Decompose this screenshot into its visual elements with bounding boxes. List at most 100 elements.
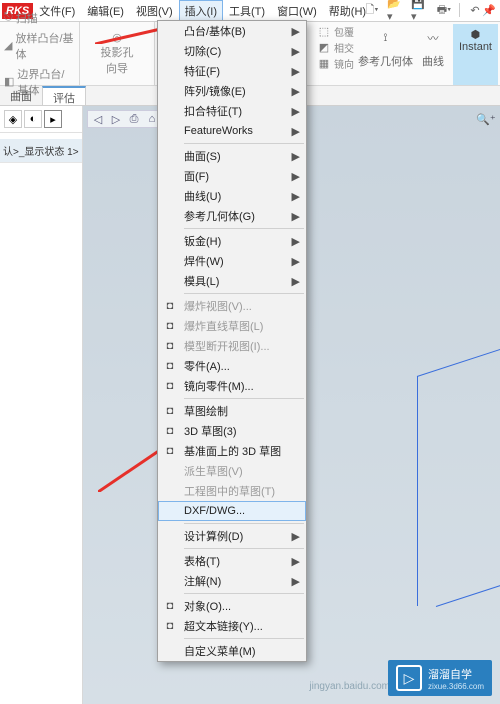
- mirror-label: 镜向: [334, 56, 354, 71]
- menu-item-label: 凸台/基体(B): [184, 23, 246, 39]
- menu-item[interactable]: 特征(F)▶: [158, 61, 306, 81]
- tab-surface[interactable]: 曲面: [0, 86, 42, 105]
- menu-item-label: 3D 草图(3): [184, 423, 237, 439]
- menu-item[interactable]: FeatureWorks▶: [158, 121, 306, 141]
- menu-item-label: 设计算例(D): [184, 528, 243, 544]
- menu-item[interactable]: ◘超文本链接(Y)...: [158, 616, 306, 636]
- menu-item-label: 钣金(H): [184, 233, 221, 249]
- undo-icon[interactable]: ↶: [466, 2, 484, 18]
- explode-icon: ◘: [162, 298, 178, 314]
- menu-item[interactable]: 焊件(W)▶: [158, 251, 306, 271]
- menu-item[interactable]: 自定义菜单(M): [158, 641, 306, 661]
- submenu-arrow-icon: ▶: [292, 170, 300, 183]
- menu-item[interactable]: 曲面(S) ▶: [158, 146, 306, 166]
- menu-item-label: 表格(T): [184, 553, 220, 569]
- menu-item-label: 面(F): [184, 168, 209, 184]
- hole-wizard-icon: ◎: [112, 31, 122, 44]
- pin-icon[interactable]: 📌: [482, 4, 496, 17]
- menu-item-label: 派生草图(V): [184, 463, 243, 479]
- menu-item[interactable]: 曲线(U)▶: [158, 186, 306, 206]
- menu-separator: [184, 523, 304, 524]
- scan-label: 扫描: [16, 10, 38, 26]
- menu-window[interactable]: 窗口(W): [271, 0, 323, 22]
- menu-view[interactable]: 视图(V): [130, 0, 179, 22]
- curves-label: 曲线: [422, 53, 444, 69]
- sketch-edge: [436, 544, 500, 607]
- file-open-icon[interactable]: 📂▾: [387, 2, 405, 18]
- tree-tab-icon[interactable]: ◈: [4, 110, 22, 128]
- menu-separator: [184, 398, 304, 399]
- menu-item[interactable]: DXF/DWG...: [158, 501, 306, 521]
- menu-item[interactable]: 参考几何体(G)▶: [158, 206, 306, 226]
- menu-item-label: 爆炸视图(V)...: [184, 298, 252, 314]
- menu-item-label: FeatureWorks: [184, 125, 253, 137]
- bc-back-icon[interactable]: ◁: [90, 112, 106, 126]
- menu-item[interactable]: 阵列/镜像(E)▶: [158, 81, 306, 101]
- ribbon-mid-group[interactable]: ◎ 投影孔 向导: [80, 22, 155, 85]
- loft-button[interactable]: ◢放样凸台/基体: [2, 29, 77, 63]
- menu-item[interactable]: 扣合特征(T)▶: [158, 101, 306, 121]
- menu-item[interactable]: 钣金(H) ▶: [158, 231, 306, 251]
- mirror-part-icon: ◘: [162, 378, 178, 394]
- display-tab-icon[interactable]: ▸: [44, 110, 62, 128]
- file-new-icon[interactable]: 🗋▾: [363, 2, 381, 18]
- submenu-arrow-icon: ▶: [292, 235, 300, 248]
- sketch-edge: [417, 314, 500, 377]
- submenu-arrow-icon: ▶: [292, 575, 300, 588]
- loft-label: 放样凸台/基体: [15, 30, 75, 62]
- menu-item[interactable]: 模具(L)▶: [158, 271, 306, 291]
- watermark-title: 溜溜自学: [428, 669, 472, 681]
- search-icon[interactable]: 🔍⁺: [476, 110, 496, 128]
- menu-item: ◘爆炸直线草图(L): [158, 316, 306, 336]
- refgeom-button[interactable]: ⟟ 参考几何体: [358, 24, 413, 69]
- menu-item-label: 曲面(S): [184, 148, 221, 164]
- curves-button[interactable]: 〰 曲线: [417, 24, 449, 69]
- bc-doc-icon[interactable]: ⎙: [126, 112, 142, 126]
- boss-icon: ◢: [4, 39, 12, 52]
- submenu-arrow-icon: ▶: [292, 150, 300, 163]
- insert-menu-dropdown: 凸台/基体(B)▶切除(C)▶特征(F)▶阵列/镜像(E)▶扣合特征(T)▶Fe…: [157, 20, 307, 662]
- menu-item[interactable]: 凸台/基体(B)▶: [158, 21, 306, 41]
- menu-item-label: 草图绘制: [184, 403, 228, 419]
- sketch3d-plane-icon: ◘: [162, 443, 178, 459]
- break-icon: ◘: [162, 338, 178, 354]
- menu-item[interactable]: 注解(N)▶: [158, 571, 306, 591]
- scan-button[interactable]: ⎋扫描: [2, 9, 77, 27]
- tab-evaluate[interactable]: 评估: [42, 86, 86, 105]
- explode-line-icon: ◘: [162, 318, 178, 334]
- display-state-item[interactable]: 认>_显示状态 1>: [0, 139, 82, 163]
- menu-item[interactable]: 面(F) ▶: [158, 166, 306, 186]
- menu-item-label: 模型断开视图(I)...: [184, 338, 270, 354]
- menu-item: 工程图中的草图(T): [158, 481, 306, 501]
- submenu-arrow-icon: ▶: [292, 105, 300, 118]
- submenu-arrow-icon: ▶: [292, 210, 300, 223]
- menu-tools[interactable]: 工具(T): [223, 0, 271, 22]
- menu-item-label: 自定义菜单(M): [184, 643, 256, 659]
- menu-item[interactable]: ◘零件(A)...: [158, 356, 306, 376]
- menu-separator: [184, 548, 304, 549]
- refgeom-label: 参考几何体: [358, 53, 413, 69]
- menu-item[interactable]: 表格(T)▶: [158, 551, 306, 571]
- instant3d-button[interactable]: ⬢ Instant: [453, 24, 498, 85]
- rib-icon[interactable]: ⬚: [316, 24, 332, 38]
- menu-edit[interactable]: 编辑(E): [81, 0, 130, 22]
- shell-icon[interactable]: ▦: [316, 56, 332, 70]
- menu-item[interactable]: 设计算例(D)▶: [158, 526, 306, 546]
- config-tab-icon[interactable]: ◐: [24, 110, 42, 128]
- save-icon[interactable]: 💾▾: [411, 2, 429, 18]
- menu-item[interactable]: ◘基准面上的 3D 草图: [158, 441, 306, 461]
- menu-item[interactable]: 切除(C)▶: [158, 41, 306, 61]
- menu-insert[interactable]: 插入(I): [179, 0, 223, 22]
- menu-item[interactable]: ◘镜向零件(M)...: [158, 376, 306, 396]
- submenu-arrow-icon: ▶: [292, 275, 300, 288]
- print-icon[interactable]: 🖶▾: [435, 2, 453, 18]
- menu-item-label: 工程图中的草图(T): [184, 483, 275, 499]
- menu-item[interactable]: ◘3D 草图(3): [158, 421, 306, 441]
- menu-item[interactable]: ◘对象(O)...: [158, 596, 306, 616]
- menu-item[interactable]: ◘草图绘制: [158, 401, 306, 421]
- draft-icon[interactable]: ◩: [316, 40, 332, 54]
- submenu-arrow-icon: ▶: [292, 65, 300, 78]
- bc-fwd-icon[interactable]: ▷: [108, 112, 124, 126]
- wrap-label: 包覆: [334, 24, 354, 39]
- submenu-arrow-icon: ▶: [292, 85, 300, 98]
